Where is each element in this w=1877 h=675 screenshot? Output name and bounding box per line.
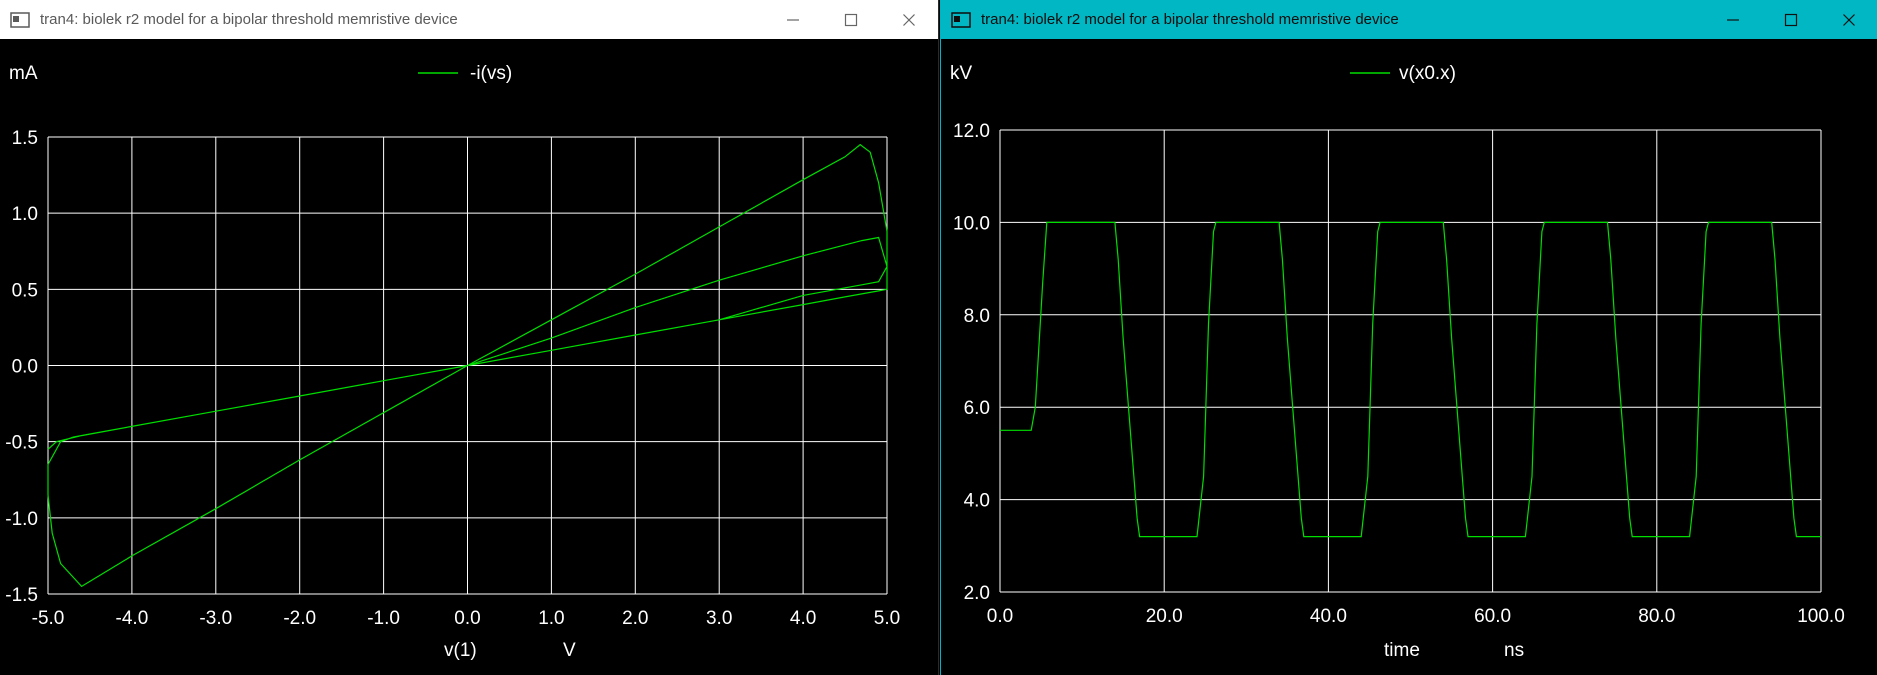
y-tick-label: 1.5 [12, 128, 38, 149]
trace-line [1000, 221, 1821, 538]
plot-grid [999, 129, 1822, 593]
x-axis-label: time [1384, 640, 1420, 661]
x-tick-label: 0.0 [454, 608, 480, 629]
x-tick-label: -5.0 [32, 608, 65, 629]
x-tick-label: 100.0 [1797, 606, 1845, 627]
close-icon [903, 13, 915, 26]
x-tick-label: 1.0 [538, 608, 564, 629]
x-tick-label: 0.0 [987, 606, 1013, 627]
plot-window-left[interactable]: tran4: biolek r2 model for a bipolar thr… [0, 0, 939, 675]
y-tick-label: -1.0 [5, 509, 38, 530]
x-tick-label: 5.0 [874, 608, 900, 629]
y-tick-labels: 1.5 1.0 0.5 0.0 -0.5 -1.0 -1.5 [5, 128, 38, 606]
y-tick-label: 0.5 [12, 280, 38, 301]
x-tick-labels: -5.0 -4.0 -3.0 -2.0 -1.0 0.0 1.0 2.0 3.0 4.0 5.0 [32, 608, 901, 629]
x-tick-label: 3.0 [706, 608, 732, 629]
maximize-button[interactable] [1762, 0, 1820, 39]
x-tick-labels: 0.0 20.0 40.0 60.0 80.0 100.0 [987, 606, 1845, 627]
title-bar[interactable]: tran4: biolek r2 model for a bipolar thr… [941, 0, 1877, 39]
x-unit-label: ns [1504, 640, 1524, 661]
maximize-button[interactable] [822, 0, 880, 39]
x-tick-label: 80.0 [1638, 606, 1675, 627]
y-tick-label: -0.5 [5, 433, 38, 454]
y-tick-label: 10.0 [953, 213, 990, 234]
x-tick-label: 40.0 [1310, 606, 1347, 627]
minimize-button[interactable] [764, 0, 822, 39]
transient-plot[interactable]: 0.0 20.0 40.0 60.0 80.0 100.0 12.0 10.0 8.0 6.0 4… [941, 39, 1877, 675]
legend-label: v(x0.x) [1399, 63, 1456, 84]
maximize-icon [844, 13, 858, 26]
plot-window-right[interactable]: tran4: biolek r2 model for a bipolar thr… [940, 0, 1877, 675]
y-tick-label: 2.0 [964, 583, 990, 604]
y-tick-label: 8.0 [964, 306, 990, 327]
x-tick-label: 2.0 [622, 608, 648, 629]
x-tick-label: -2.0 [283, 608, 316, 629]
y-tick-label: -1.5 [5, 585, 38, 606]
close-icon [1843, 13, 1855, 26]
minimize-button[interactable] [1704, 0, 1762, 39]
title-bar[interactable]: tran4: biolek r2 model for a bipolar thr… [0, 0, 938, 39]
y-tick-labels: 12.0 10.0 8.0 6.0 4.0 2.0 [953, 121, 990, 604]
y-tick-label: 1.0 [12, 204, 38, 225]
y-tick-label: 4.0 [964, 491, 990, 512]
legend-label: -i(vs) [470, 63, 512, 84]
x-tick-label: -4.0 [116, 608, 149, 629]
minimize-icon [1727, 18, 1739, 21]
x-tick-label: 60.0 [1474, 606, 1511, 627]
app-icon [10, 11, 32, 29]
x-tick-label: 20.0 [1146, 606, 1183, 627]
y-tick-label: 12.0 [953, 121, 990, 142]
y-unit-label: kV [950, 63, 973, 84]
x-tick-label: -3.0 [199, 608, 232, 629]
y-unit-label: mA [9, 63, 38, 84]
y-tick-label: 6.0 [964, 398, 990, 419]
window-title: tran4: biolek r2 model for a bipolar thr… [981, 11, 1399, 28]
window-title: tran4: biolek r2 model for a bipolar thr… [40, 11, 458, 28]
close-button[interactable] [1820, 0, 1877, 39]
app-icon [951, 11, 973, 29]
iv-plot[interactable]: -5.0 -4.0 -3.0 -2.0 -1.0 0.0 1.0 2.0 3.0 4.0 5.0 1… [0, 39, 938, 675]
x-tick-label: -1.0 [367, 608, 400, 629]
x-tick-label: 4.0 [790, 608, 816, 629]
close-button[interactable] [880, 0, 938, 39]
maximize-icon [1784, 13, 1798, 26]
x-unit-label: V [563, 640, 576, 661]
minimize-icon [787, 18, 799, 21]
x-axis-label: v(1) [444, 640, 477, 661]
y-tick-label: 0.0 [12, 357, 38, 378]
